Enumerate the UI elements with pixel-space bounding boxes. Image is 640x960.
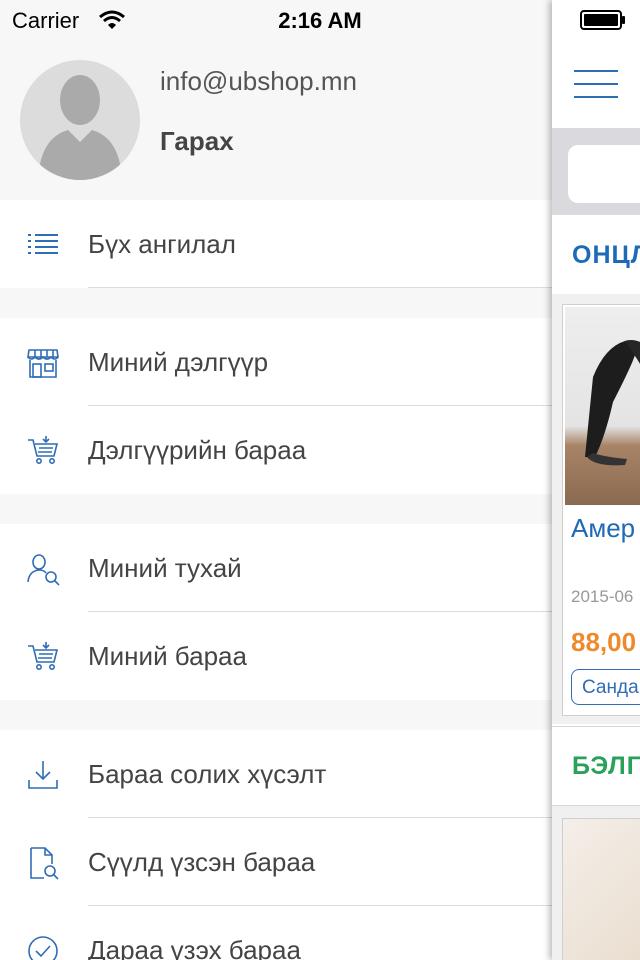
- list-icon: [28, 234, 58, 254]
- user-search-icon: [27, 554, 60, 586]
- menu-item-label: Бүх ангилал: [88, 229, 236, 259]
- menu-item-label: Сүүлд үзсэн бараа: [88, 847, 316, 877]
- menu-item-label: Миний дэлгүүр: [88, 347, 269, 377]
- hamburger-menu-icon[interactable]: [574, 66, 618, 102]
- product-title: Амер санда: [571, 513, 640, 543]
- check-circle-icon: [28, 936, 58, 960]
- menu-item-label: Бараа солих хүсэлт: [88, 759, 327, 789]
- menu-item-exchange-request[interactable]: Бараа солих хүсэлт: [0, 730, 552, 818]
- menu-item-my-shop[interactable]: Миний дэлгүүр: [0, 318, 552, 406]
- menu-item-label: Миний тухай: [88, 553, 242, 583]
- menu-group-shop: Миний дэлгүүр Дэлгүүрийн бараа: [0, 318, 552, 494]
- product-card[interactable]: Амер санда 2015-06 88,00 Санда: [562, 304, 640, 716]
- battery-icon: [580, 10, 625, 30]
- product-date: 2015-06: [571, 587, 634, 606]
- menu-group-history: Бараа солих хүсэлт Сүүлд үзсэн бараа Дар…: [0, 730, 552, 960]
- profile-name: Гарах: [160, 126, 234, 156]
- menu-group-categories: Бүх ангилал: [0, 200, 552, 288]
- high-heel-shoe-image: [585, 340, 640, 466]
- cart-icon: [28, 436, 59, 464]
- avatar[interactable]: [20, 60, 140, 180]
- product-category-tag[interactable]: Санда: [571, 669, 640, 705]
- menu-item-label: Миний бараа: [88, 641, 247, 671]
- section-title: ОНЦЛ: [572, 241, 640, 269]
- menu-item-label: Дараа үзэх бараа: [88, 935, 301, 960]
- menu-group-account: Миний тухай Миний бараа: [0, 524, 552, 700]
- menu-item-watch-later[interactable]: Дараа үзэх бараа: [0, 906, 552, 960]
- person-silhouette-icon: [38, 75, 122, 180]
- search-input[interactable]: [568, 145, 640, 203]
- menu-item-all-categories[interactable]: Бүх ангилал: [0, 200, 552, 288]
- menu-item-about-me[interactable]: Миний тухай: [0, 524, 552, 612]
- menu-item-my-products[interactable]: Миний бараа: [0, 612, 552, 700]
- document-search-icon: [30, 847, 59, 880]
- divider: [88, 287, 552, 288]
- download-icon: [28, 761, 58, 789]
- search-bar: [552, 129, 640, 215]
- main-content-panel[interactable]: ОНЦЛ Амер санда 2015-06 88,00 Санда БЭЛГ: [552, 0, 640, 960]
- side-drawer: info@ubshop.mn Гарах Бүх ангилал Миний д…: [0, 0, 552, 960]
- product-image: [565, 307, 640, 505]
- status-bar: Carrier 2:16 AM: [0, 0, 640, 40]
- store-icon: [27, 349, 59, 378]
- product-image[interactable]: [562, 818, 640, 960]
- menu-item-label: Дэлгүүрийн бараа: [88, 435, 307, 465]
- nav-bar: [552, 40, 640, 129]
- section-title: БЭЛГ: [572, 752, 640, 780]
- profile-header[interactable]: info@ubshop.mn Гарах: [0, 40, 552, 200]
- profile-email: info@ubshop.mn: [160, 66, 357, 96]
- cart-icon: [28, 642, 59, 670]
- menu-item-shop-products[interactable]: Дэлгүүрийн бараа: [0, 406, 552, 494]
- featured-section-header[interactable]: ОНЦЛ: [552, 216, 640, 294]
- gift-section-header[interactable]: БЭЛГ: [552, 726, 640, 806]
- clock-label: 2:16 AM: [278, 8, 362, 33]
- menu-item-recently-viewed[interactable]: Сүүлд үзсэн бараа: [0, 818, 552, 906]
- product-price: 88,00: [571, 627, 637, 657]
